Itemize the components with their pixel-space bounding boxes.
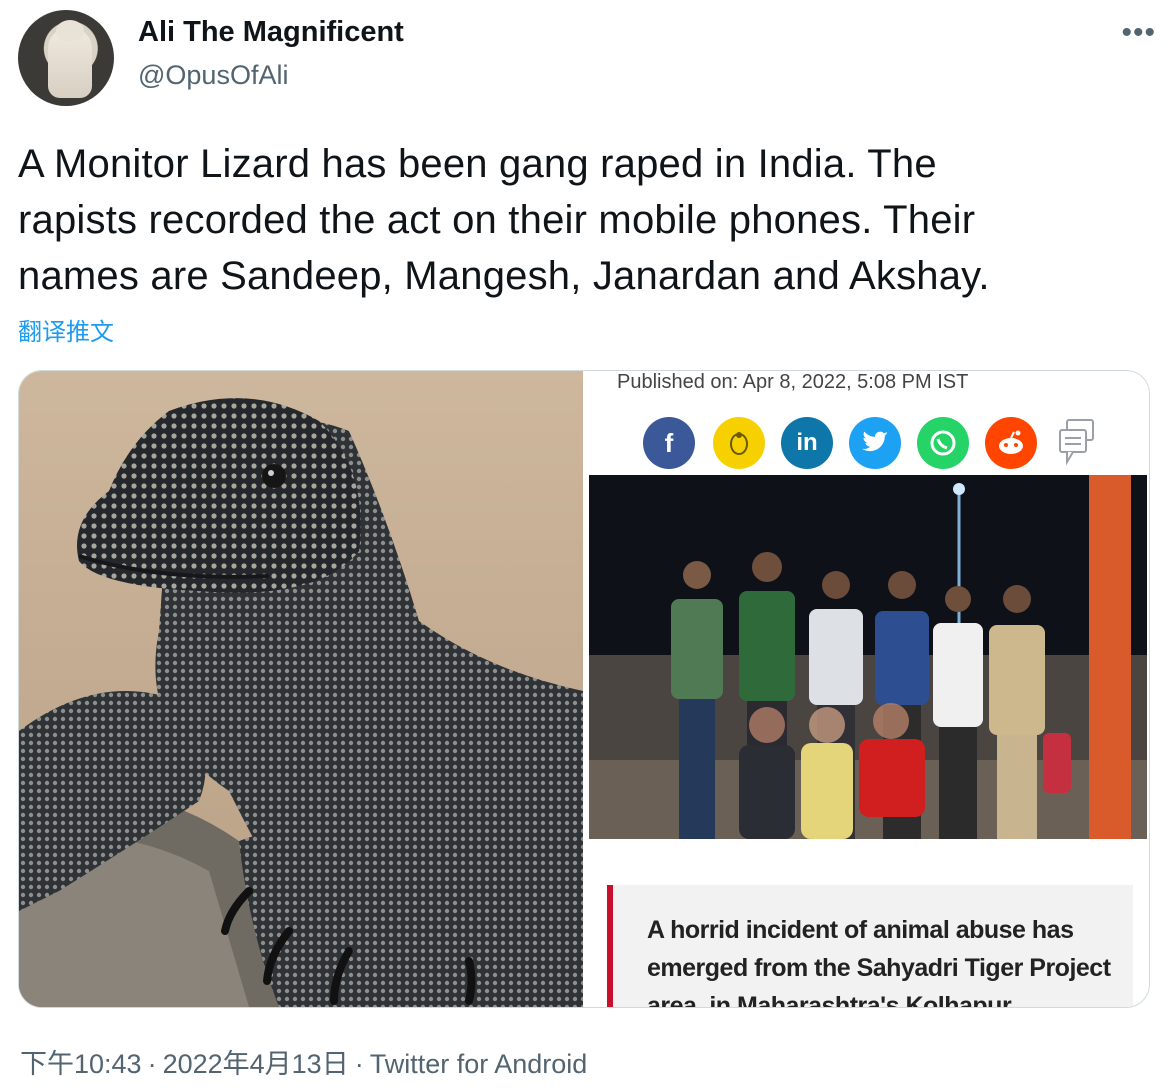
display-name[interactable]: Ali The Magnificent [138,16,404,49]
koo-icon[interactable] [713,417,765,469]
twitter-bird-glyph [862,431,888,452]
tweet-media[interactable]: Published on: Apr 8, 2022, 5:08 PM IST f… [18,370,1150,1008]
linkedin-icon[interactable]: in [781,417,833,469]
article-quote: A horrid incident of animal abuse has em… [607,885,1133,1007]
separator: · [354,1049,364,1079]
tweet-text: A Monitor Lizard has been gang raped in … [18,142,990,298]
article-screenshot[interactable]: Published on: Apr 8, 2022, 5:08 PM IST f… [585,371,1149,1007]
whatsapp-glyph [930,430,956,456]
reddit-glyph [999,430,1023,454]
twitter-icon[interactable] [849,417,901,469]
separator: · [147,1049,157,1079]
tweet-source[interactable]: Twitter for Android [370,1049,588,1079]
whatsapp-icon[interactable] [917,417,969,469]
comments-glyph [1059,419,1094,466]
tweet-date[interactable]: 2022年4月13日 [163,1049,349,1079]
article-quote-text: A horrid incident of animal abuse has em… [647,916,1111,1008]
tweet-timestamp: 下午10:43 · 2022年4月13日 · Twitter for Android [20,1042,587,1081]
more-horizontal-icon[interactable]: ••• [1121,18,1156,48]
published-date: Published on: Apr 8, 2022, 5:08 PM IST [617,371,969,393]
monitor-lizard-image[interactable] [19,371,583,1007]
reddit-icon[interactable] [985,417,1037,469]
translate-tweet-link[interactable]: 翻译推文 [18,312,114,347]
tweet-time[interactable]: 下午10:43 [20,1049,142,1079]
koo-glyph [730,432,748,455]
facebook-icon[interactable]: f [643,417,695,469]
user-handle[interactable]: @OpusOfAli [138,60,288,91]
news-photo[interactable] [589,475,1147,839]
comments-icon[interactable] [1051,417,1103,469]
facebook-glyph: f [664,427,674,458]
linkedin-glyph: in [796,429,818,456]
avatar[interactable] [18,10,114,106]
